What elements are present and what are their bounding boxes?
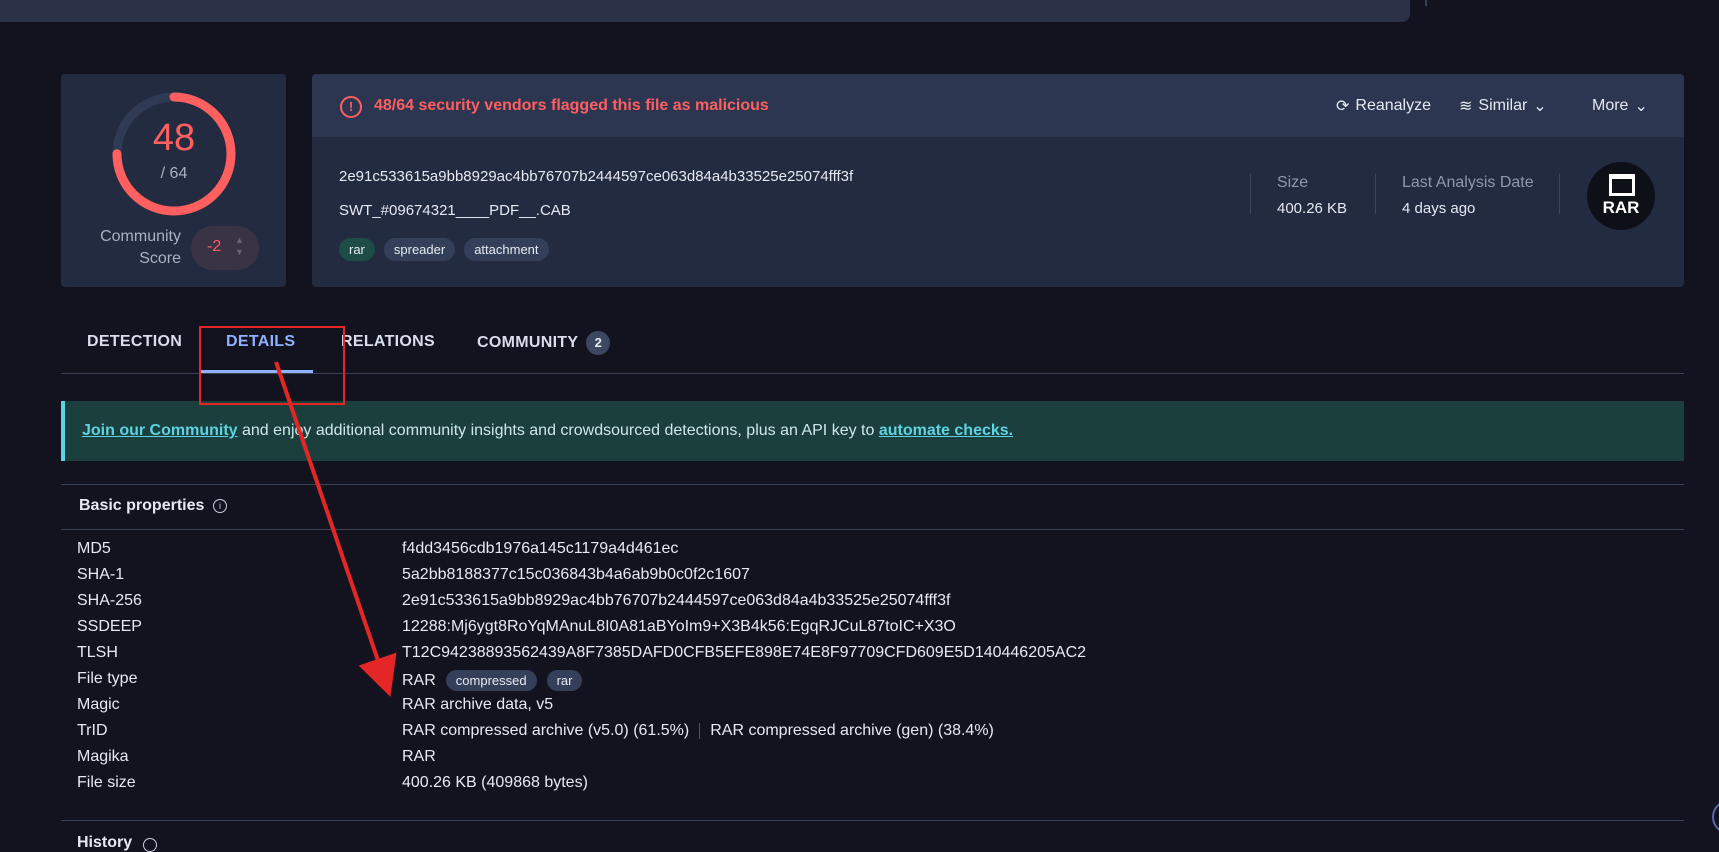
annotation-arrow — [274, 361, 397, 697]
